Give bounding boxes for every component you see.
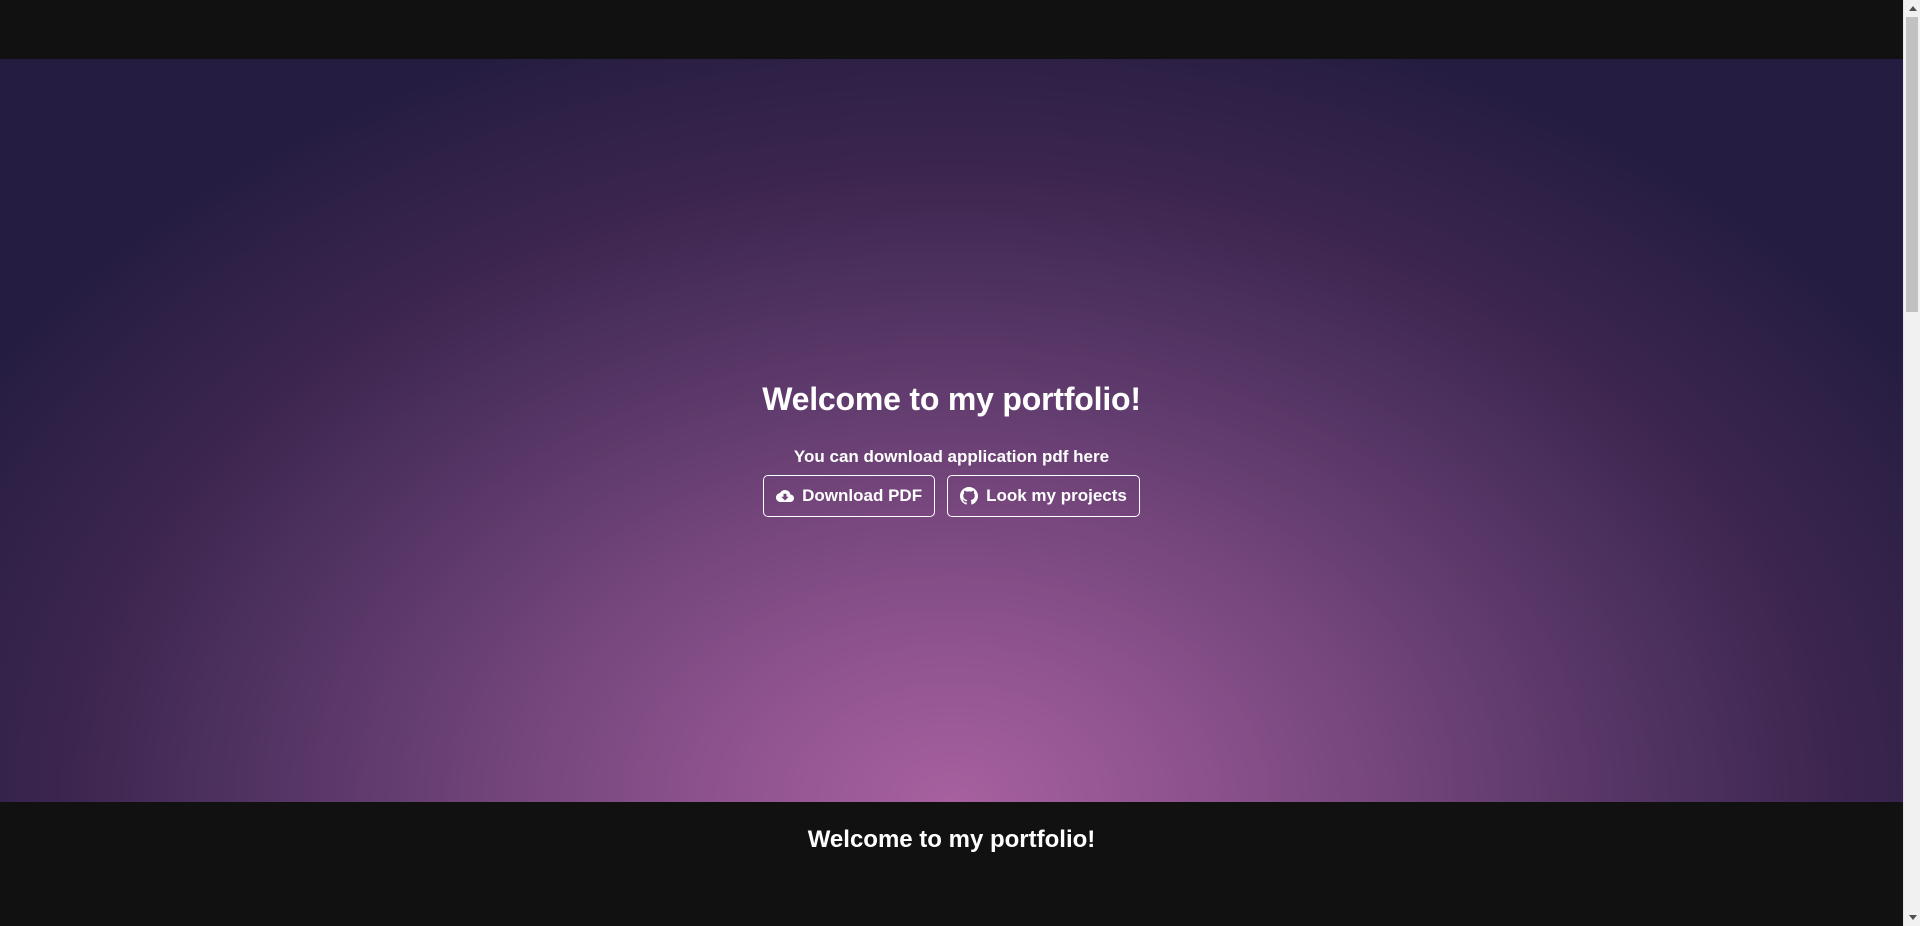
vertical-scrollbar[interactable] — [1903, 0, 1920, 926]
look-my-projects-label: Look my projects — [986, 486, 1127, 505]
portfolio-section: Welcome to my portfolio! — [0, 802, 1903, 926]
hero-section: Welcome to my portfolio! You can downloa… — [0, 59, 1903, 802]
top-navbar — [0, 0, 1903, 59]
hero-title: Welcome to my portfolio! — [762, 381, 1141, 417]
look-my-projects-button[interactable]: Look my projects — [947, 475, 1140, 517]
page: Welcome to my portfolio! You can downloa… — [0, 0, 1920, 926]
hero-subtitle: You can download application pdf here — [793, 447, 1110, 466]
cloud-download-icon — [776, 487, 795, 505]
github-icon — [960, 487, 979, 505]
scroll-down-arrow[interactable] — [1904, 909, 1920, 926]
scroll-thumb[interactable] — [1906, 17, 1918, 312]
hero-actions: Download PDF Look my projects — [0, 475, 1903, 517]
download-pdf-button[interactable]: Download PDF — [763, 475, 936, 517]
scroll-up-arrow[interactable] — [1904, 0, 1920, 17]
section-title: Welcome to my portfolio! — [807, 826, 1096, 853]
download-pdf-label: Download PDF — [802, 486, 923, 505]
